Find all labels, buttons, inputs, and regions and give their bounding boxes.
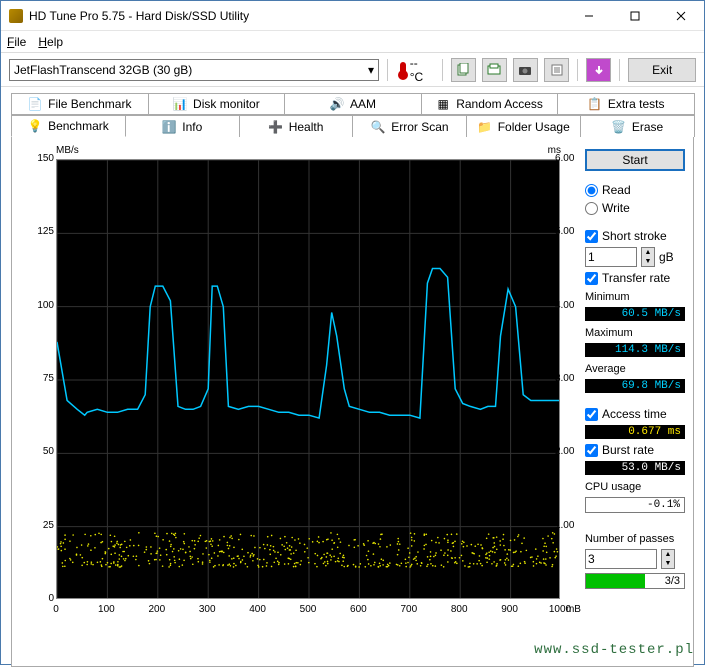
temperature-value: -- °C [410, 56, 434, 84]
window-title: HD Tune Pro 5.75 - Hard Disk/SSD Utility [29, 9, 566, 23]
short-stroke-input[interactable] [585, 247, 637, 267]
tab-benchmark[interactable]: 💡Benchmark [11, 115, 126, 137]
options-button[interactable] [544, 58, 569, 82]
random-icon: ▦ [436, 97, 450, 111]
app-icon [9, 9, 23, 23]
passes-spinner[interactable]: ▲▼ [661, 549, 675, 569]
cpu-usage-label: CPU usage [585, 481, 685, 493]
tab-erase[interactable]: 🗑️Erase [580, 115, 695, 137]
tab-health[interactable]: ➕Health [239, 115, 354, 137]
minimum-label: Minimum [585, 291, 685, 303]
maximize-button[interactable] [612, 1, 658, 30]
tab-folder-usage[interactable]: 📁Folder Usage [466, 115, 581, 137]
separator [387, 59, 388, 81]
maximum-label: Maximum [585, 327, 685, 339]
monitor-icon: 📊 [173, 97, 187, 111]
tests-icon: 📋 [588, 97, 602, 111]
short-stroke-check[interactable] [585, 230, 598, 243]
tabs: 📄File Benchmark 📊Disk monitor 🔊AAM ▦Rand… [1, 87, 704, 667]
tab-file-benchmark[interactable]: 📄File Benchmark [11, 93, 149, 115]
health-icon: ➕ [269, 120, 283, 134]
search-icon: 🔍 [371, 120, 385, 134]
start-button[interactable]: Start [585, 149, 685, 171]
burst-rate-check[interactable] [585, 444, 598, 457]
chart: MB/s ms 02550751001251501.002.003.004.00… [20, 149, 581, 629]
close-button[interactable] [658, 1, 704, 30]
passes-label: Number of passes [585, 533, 685, 545]
passes-progress-text: 3/3 [665, 575, 680, 587]
passes-input[interactable] [585, 549, 657, 569]
minimum-value: 60.5 MB/s [585, 307, 685, 321]
short-stroke-spinner[interactable]: ▲▼ [641, 247, 655, 267]
copy-screenshot-button[interactable] [482, 58, 507, 82]
maximum-value: 114.3 MB/s [585, 343, 685, 357]
toolbar: JetFlashTranscend 32GB (30 gB) ▾ -- °C E… [1, 53, 704, 87]
drive-select-label: JetFlashTranscend 32GB (30 gB) [14, 63, 192, 77]
tab-info[interactable]: ℹ️Info [125, 115, 240, 137]
temperature-display: -- °C [400, 56, 434, 84]
thermometer-icon [400, 62, 406, 78]
menu-file[interactable]: File [7, 35, 26, 49]
speaker-icon: 🔊 [330, 97, 344, 111]
average-value: 69.8 MB/s [585, 379, 685, 393]
menu-help[interactable]: Help [38, 35, 63, 49]
read-radio[interactable] [585, 184, 598, 197]
transfer-rate-check[interactable] [585, 272, 598, 285]
write-radio[interactable] [585, 202, 598, 215]
save-button[interactable] [586, 58, 611, 82]
y-axis-left-label: MB/s [56, 145, 79, 156]
tab-extra-tests[interactable]: 📋Extra tests [557, 93, 695, 115]
tab-random-access[interactable]: ▦Random Access [421, 93, 559, 115]
bulb-icon: 💡 [28, 119, 42, 133]
copy-info-button[interactable] [451, 58, 476, 82]
chart-canvas [56, 159, 560, 599]
drive-select[interactable]: JetFlashTranscend 32GB (30 gB) ▾ [9, 59, 379, 81]
folder-icon: 📁 [478, 120, 492, 134]
tab-aam[interactable]: 🔊AAM [284, 93, 422, 115]
access-time-check[interactable] [585, 408, 598, 421]
chevron-down-icon: ▾ [368, 63, 374, 77]
benchmark-panel: MB/s ms 02550751001251501.002.003.004.00… [11, 137, 694, 667]
access-time-value: 0.677 ms [585, 425, 685, 439]
file-icon: 📄 [28, 97, 42, 111]
minimize-button[interactable] [566, 1, 612, 30]
separator [577, 59, 578, 81]
separator [442, 59, 443, 81]
cpu-usage-value: -0.1% [585, 497, 685, 513]
passes-progress: 3/3 [585, 573, 685, 589]
separator [619, 59, 620, 81]
plot-svg [57, 160, 559, 598]
screenshot-button[interactable] [513, 58, 538, 82]
exit-button[interactable]: Exit [628, 58, 696, 82]
titlebar: HD Tune Pro 5.75 - Hard Disk/SSD Utility [1, 1, 704, 31]
burst-rate-value: 53.0 MB/s [585, 461, 685, 475]
info-icon: ℹ️ [162, 120, 176, 134]
watermark: www.ssd-tester.pl [534, 642, 694, 658]
side-panel: Start Read Write Short stroke ▲▼ gB Tran… [585, 149, 685, 658]
menubar: File Help [1, 31, 704, 53]
trash-icon: 🗑️ [612, 120, 626, 134]
tab-error-scan[interactable]: 🔍Error Scan [352, 115, 467, 137]
tab-disk-monitor[interactable]: 📊Disk monitor [148, 93, 286, 115]
average-label: Average [585, 363, 685, 375]
